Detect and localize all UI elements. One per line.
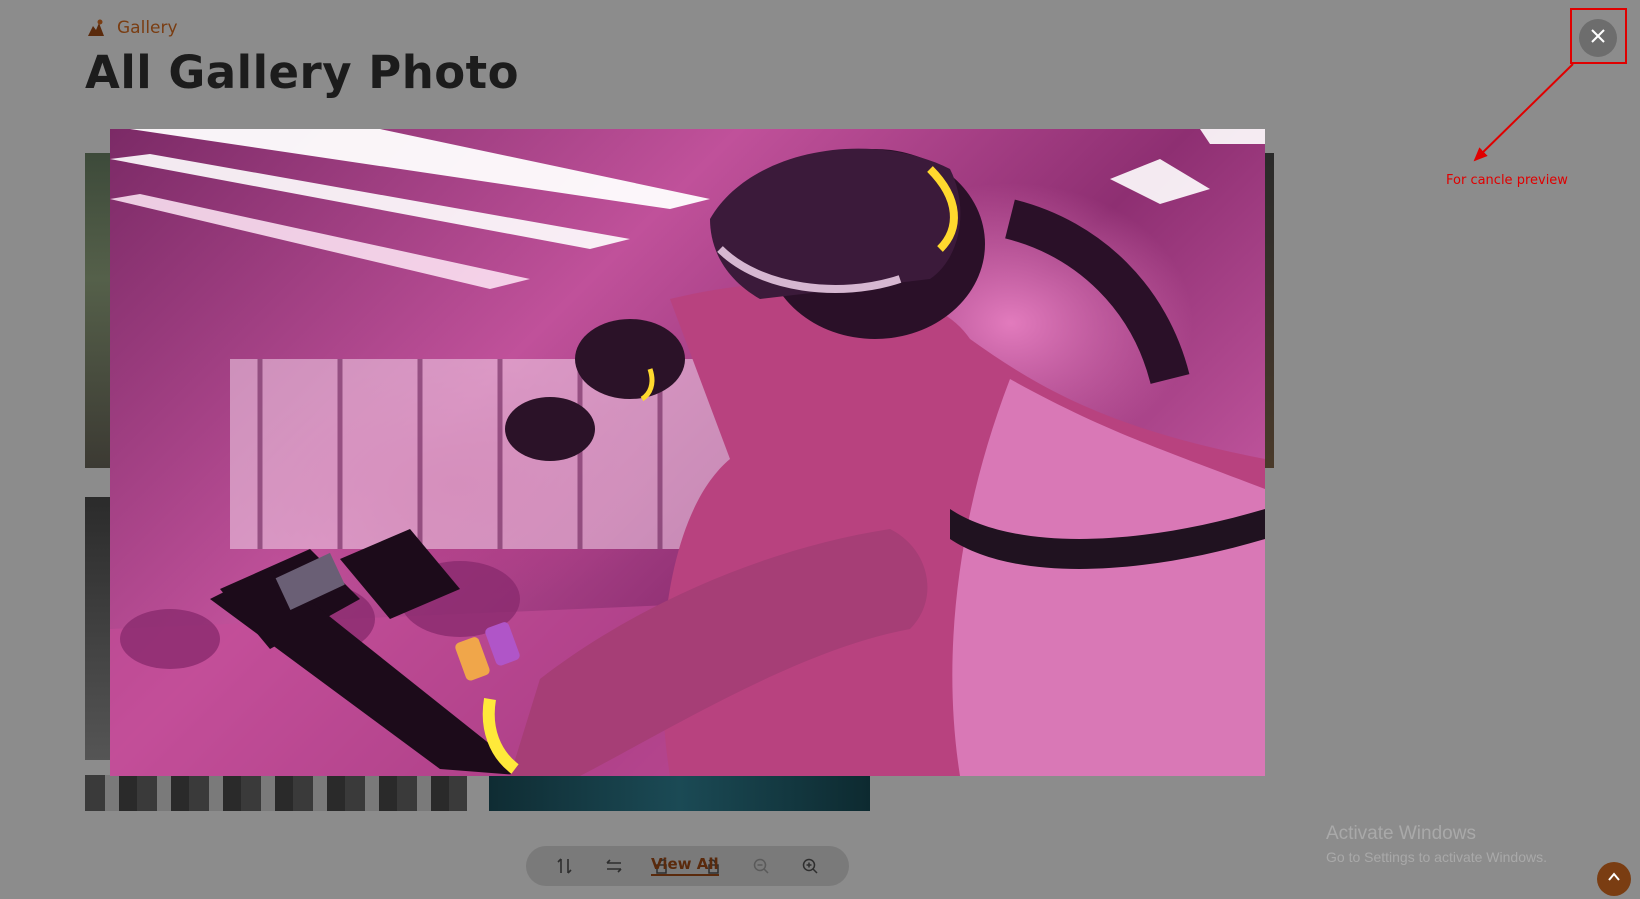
watermark-title: Activate Windows xyxy=(1326,823,1476,844)
annotation-label: For cancle preview xyxy=(1446,173,1568,188)
flip-vertical-icon[interactable] xyxy=(552,853,578,879)
gallery-thumbnail[interactable] xyxy=(489,775,870,811)
scroll-to-top-button[interactable] xyxy=(1597,862,1631,896)
page-title: All Gallery Photo xyxy=(85,46,520,99)
breadcrumb-label[interactable]: Gallery xyxy=(117,18,178,38)
annotation-highlight-box xyxy=(1570,8,1627,64)
view-all-link[interactable]: View All xyxy=(651,855,719,876)
zoom-in-icon[interactable] xyxy=(797,853,823,879)
flip-horizontal-icon[interactable] xyxy=(601,853,627,879)
breadcrumb[interactable]: Gallery xyxy=(85,17,178,39)
gallery-logo-icon xyxy=(85,17,107,39)
preview-image[interactable] xyxy=(110,129,1265,776)
windows-activation-watermark: Activate Windows Go to Settings to activ… xyxy=(1326,823,1547,865)
chevron-up-icon xyxy=(1606,869,1622,890)
zoom-out-icon[interactable] xyxy=(748,853,774,879)
gallery-thumbnail[interactable] xyxy=(85,775,467,811)
watermark-subtitle: Go to Settings to activate Windows. xyxy=(1326,849,1547,865)
